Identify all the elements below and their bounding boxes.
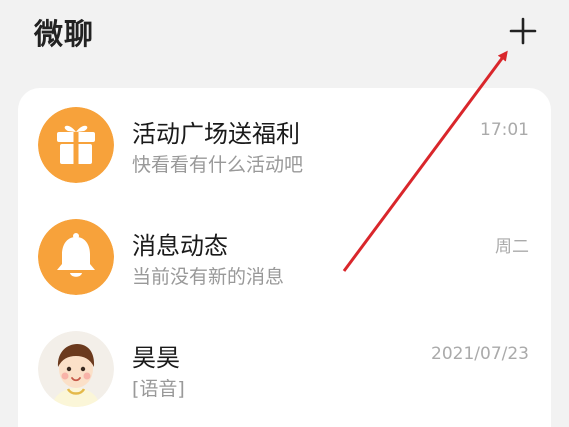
page-title: 微聊 [34, 17, 95, 51]
conversation-preview: [语音] [132, 378, 185, 400]
conversation-time: 周二 [495, 237, 529, 257]
conversation-item-haohao[interactable]: 昊昊 [语音] 2021/07/23 [18, 312, 551, 424]
conversation-list: 活动广场送福利 快看看有什么活动吧 17:01 消息动态 当前没有新的消息 周二 [18, 88, 551, 427]
conversation-item-notifications[interactable]: 消息动态 当前没有新的消息 周二 [18, 200, 551, 312]
conversation-time: 2021/07/23 [431, 344, 529, 364]
chat-screen: 微聊 活动广场送福利 快看看有什么活动吧 17:01 消息动态 当前没有新的消息… [0, 0, 569, 427]
add-button[interactable] [500, 8, 546, 54]
bell-icon [38, 219, 114, 295]
conversation-title: 消息动态 [132, 232, 228, 260]
conversation-title: 昊昊 [132, 344, 180, 372]
gift-icon [38, 107, 114, 183]
conversation-title: 活动广场送福利 [132, 120, 300, 148]
conversation-preview: 快看看有什么活动吧 [132, 154, 304, 176]
conversation-item-activity[interactable]: 活动广场送福利 快看看有什么活动吧 17:01 [18, 88, 551, 200]
conversation-preview: 当前没有新的消息 [132, 266, 285, 288]
user-avatar [38, 331, 114, 407]
plus-icon [509, 17, 537, 45]
conversation-time: 17:01 [480, 120, 529, 140]
